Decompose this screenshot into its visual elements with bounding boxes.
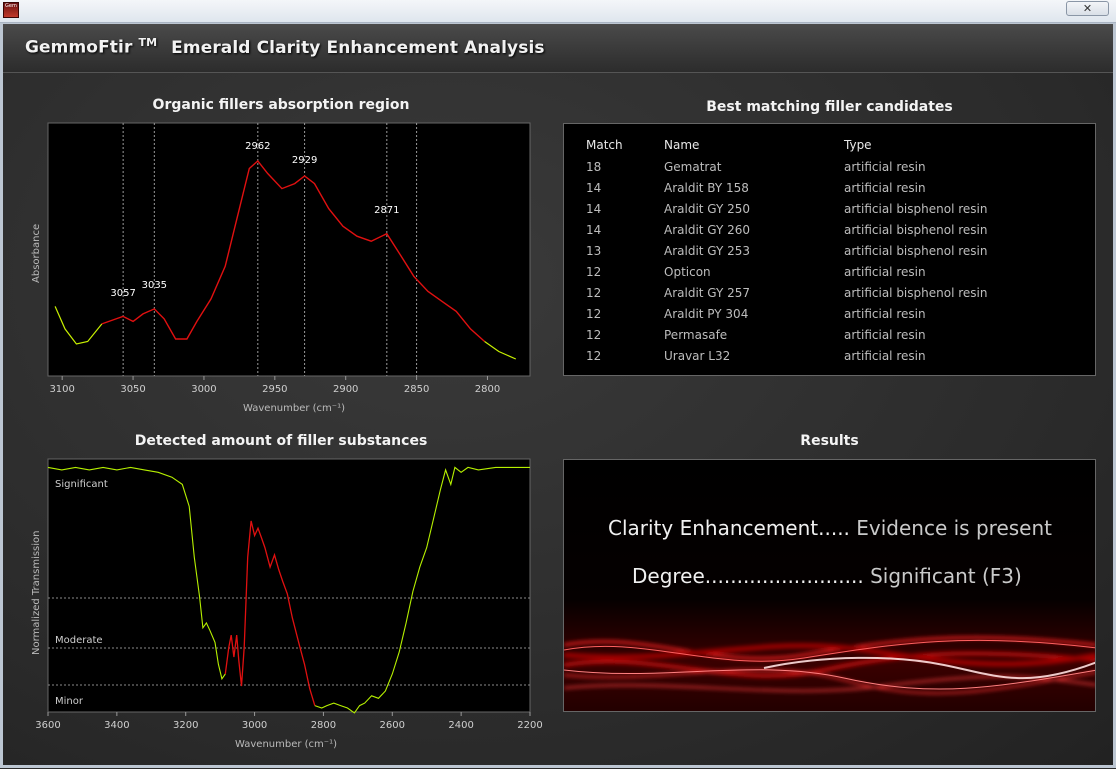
type-cell: artificial bisphenol resin: [844, 285, 988, 300]
x-tick-label: 2950: [262, 384, 287, 395]
type-cell: artificial resin: [844, 348, 926, 363]
match-cell: 14: [586, 180, 602, 195]
table-row[interactable]: 14 Araldit BY 158 artificial resin: [576, 177, 1074, 198]
type-cell: artificial bisphenol resin: [844, 222, 988, 237]
name-cell: Araldit GY 250: [664, 201, 751, 216]
name-cell: Opticon: [664, 264, 711, 279]
absorption-ylabel: Absorbance: [31, 224, 42, 283]
app-subtitle: Emerald Clarity Enhancement Analysis: [171, 37, 545, 58]
name-cell: Araldit GY 257: [664, 285, 751, 300]
x-tick-label: 2200: [517, 720, 542, 731]
name-cell: Araldit GY 260: [664, 222, 751, 237]
results-panel: Clarity Enhancement..... Evidence is pre…: [563, 459, 1096, 712]
column-header-match: Match: [586, 138, 623, 152]
type-cell: artificial resin: [844, 264, 926, 279]
type-cell: artificial resin: [844, 159, 926, 174]
type-cell: artificial resin: [844, 306, 926, 321]
type-cell: artificial resin: [844, 180, 926, 195]
results-title: Results: [800, 433, 859, 449]
degree-result: Degree......................... Signific…: [632, 564, 1022, 588]
x-tick-label: 3400: [104, 720, 129, 731]
level-label-moderate: Moderate: [55, 635, 103, 646]
table-row[interactable]: 18 Gematrat artificial resin: [576, 156, 1074, 177]
peak-label: 2929: [292, 155, 317, 166]
peak-label: 2962: [245, 141, 270, 152]
type-cell: artificial bisphenol resin: [844, 201, 988, 216]
app-icon-label: Gem: [5, 3, 17, 9]
table-row[interactable]: 12 Araldit PY 304 artificial resin: [576, 303, 1074, 324]
match-cell: 12: [586, 327, 602, 342]
main-content: Organic fillers absorption region 3057 30…: [3, 73, 1113, 765]
match-cell: 12: [586, 285, 602, 300]
candidates-table: Match Name Type 18 Gematrat artificial res…: [576, 134, 1074, 366]
x-tick-label: 2850: [404, 384, 429, 395]
x-tick-label: 2800: [475, 384, 500, 395]
match-cell: 12: [586, 264, 602, 279]
app-title: GemmoFtir TM Emerald Clarity Enhancement…: [25, 36, 545, 58]
match-cell: 12: [586, 306, 602, 321]
absorption-chart-title: Organic fillers absorption region: [152, 97, 410, 113]
filler-chart-title: Detected amount of filler substances: [134, 433, 428, 449]
x-tick-label: 2800: [311, 720, 336, 731]
filler-xlabel: Wavenumber (cm⁻¹): [235, 739, 337, 750]
table-row[interactable]: 12 Araldit GY 257 artificial bisphenol res…: [576, 282, 1074, 303]
x-tick-label: 3000: [191, 384, 216, 395]
clarity-label: Clarity Enhancement.....: [608, 516, 850, 540]
x-tick-label: 3100: [49, 384, 74, 395]
clarity-value: Evidence is present: [856, 516, 1052, 540]
peak-label: 3057: [110, 288, 135, 299]
candidates-title: Best matching filler candidates: [706, 99, 953, 115]
table-row[interactable]: 14 Araldit GY 250 artificial bisphenol res…: [576, 198, 1074, 219]
absorption-chart: 3057 3035 2962 2929 2871 3100 3050 3000 2950 290…: [31, 122, 531, 414]
x-tick-label: 2900: [333, 384, 358, 395]
column-header-name: Name: [664, 138, 700, 152]
name-cell: Araldit PY 304: [664, 306, 749, 321]
table-row[interactable]: 12 Permasafe artificial resin: [576, 324, 1074, 345]
peak-label: 3035: [142, 280, 167, 291]
name-cell: Uravar L32: [664, 348, 731, 363]
name-cell: Araldit BY 158: [664, 180, 749, 195]
absorption-plot-area: [47, 122, 531, 377]
match-cell: 18: [586, 159, 602, 174]
degree-value: Significant (F3): [870, 564, 1022, 588]
type-cell: artificial bisphenol resin: [844, 243, 988, 258]
name-cell: Araldit GY 253: [664, 243, 751, 258]
filler-plot-area: [47, 458, 531, 713]
match-cell: 12: [586, 348, 602, 363]
x-tick-label: 3050: [120, 384, 145, 395]
window-titlebar: Gem ✕: [0, 0, 1116, 23]
level-label-minor: Minor: [55, 696, 84, 707]
table-row[interactable]: 12 Uravar L32 artificial resin: [576, 345, 1074, 366]
x-tick-label: 3000: [242, 720, 267, 731]
filler-chart: Significant Moderate Minor 3600 3400 3200 3…: [31, 458, 543, 750]
peak-label: 2871: [374, 205, 399, 216]
match-cell: 14: [586, 222, 602, 237]
app-header: GemmoFtir TM Emerald Clarity Enhancement…: [3, 24, 1113, 73]
trademark-mark: TM: [138, 36, 158, 49]
x-tick-label: 3200: [173, 720, 198, 731]
type-cell: artificial resin: [844, 327, 926, 342]
table-row[interactable]: 14 Araldit GY 260 artificial bisphenol res…: [576, 219, 1074, 240]
close-button[interactable]: ✕: [1066, 1, 1109, 16]
level-label-significant: Significant: [55, 479, 108, 490]
app-name: GemmoFtir: [25, 37, 133, 58]
x-tick-label: 2400: [448, 720, 473, 731]
filler-ylabel: Normalized Transmission: [31, 531, 42, 656]
candidates-header-row: Match Name Type: [576, 134, 1074, 156]
column-header-type: Type: [844, 138, 872, 152]
match-cell: 13: [586, 243, 602, 258]
x-tick-label: 3600: [35, 720, 60, 731]
table-row[interactable]: 12 Opticon artificial resin: [576, 261, 1074, 282]
match-cell: 14: [586, 201, 602, 216]
table-row[interactable]: 13 Araldit GY 253 artificial bisphenol res…: [576, 240, 1074, 261]
name-cell: Permasafe: [664, 327, 728, 342]
degree-label: Degree.........................: [632, 564, 864, 588]
app-icon[interactable]: Gem: [3, 2, 19, 18]
name-cell: Gematrat: [664, 159, 722, 174]
candidates-table-box: Match Name Type 18 Gematrat artificial res…: [563, 123, 1096, 376]
clarity-result: Clarity Enhancement..... Evidence is pre…: [608, 516, 1052, 540]
absorption-xlabel: Wavenumber (cm⁻¹): [243, 403, 345, 414]
x-tick-label: 2600: [380, 720, 405, 731]
